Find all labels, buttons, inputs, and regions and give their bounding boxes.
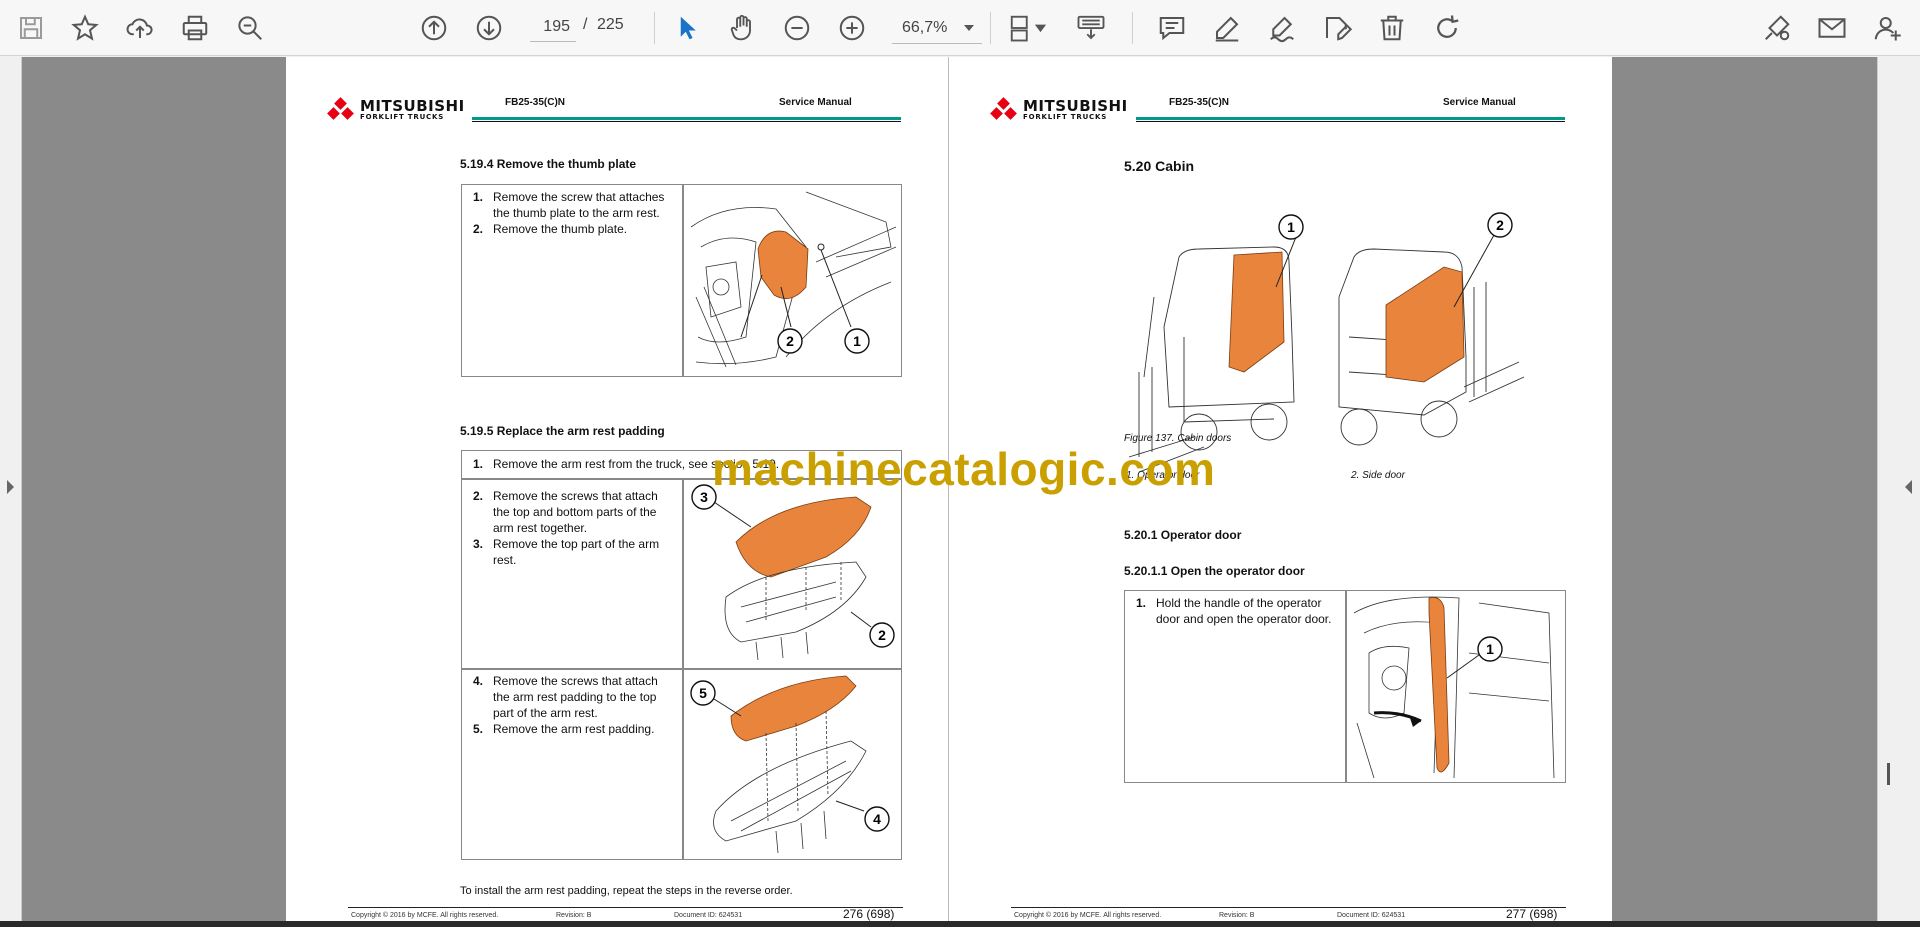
- footer-revision: Revision: B: [556, 912, 592, 919]
- footer-document-id: Document ID: 624531: [1337, 912, 1406, 919]
- arm-rest-padding-illustration: 5 4: [690, 675, 890, 854]
- section-title: 5.20.1.1 Open the operator door: [1124, 564, 1305, 578]
- right-panel-toggle[interactable]: [1877, 57, 1920, 923]
- mitsubishi-diamonds-icon: [326, 97, 356, 121]
- header-manual: Service Manual: [779, 97, 852, 108]
- operator-door-illustration: 1: [1353, 596, 1555, 779]
- toolbar: / 225 66,7%: [0, 0, 1920, 56]
- print-icon[interactable]: [176, 9, 214, 47]
- page-total: 225: [597, 16, 624, 33]
- redo-icon[interactable]: [1428, 9, 1466, 47]
- header-manual: Service Manual: [1443, 97, 1516, 108]
- callout-5: 5: [699, 685, 707, 701]
- step-list: 1. Hold the handle of the operator door a…: [1136, 596, 1332, 626]
- mitsubishi-diamonds-icon: [989, 97, 1019, 121]
- comment-icon[interactable]: [1153, 9, 1191, 47]
- footer-page-number: 277 (698): [1506, 907, 1558, 921]
- zoom-plus-icon[interactable]: [833, 9, 871, 47]
- header-rule: [472, 117, 901, 122]
- section-title: 5.20.1 Operator door: [1124, 528, 1242, 542]
- pen-icon[interactable]: [1208, 9, 1246, 47]
- section-title: 5.19.5 Replace the arm rest padding: [460, 424, 665, 438]
- callout-1: 1: [853, 333, 861, 349]
- scrollbar-thumb[interactable]: [1887, 763, 1890, 785]
- tools-icon[interactable]: [1758, 9, 1796, 47]
- page-layout-icon[interactable]: [1002, 9, 1054, 47]
- save-icon[interactable]: [12, 9, 50, 47]
- toolbar-divider: [654, 12, 655, 44]
- step-row-3: 4. Remove the screws that attach the arm …: [473, 674, 658, 736]
- hand-icon[interactable]: [723, 9, 761, 47]
- section-title: 5.19.4 Remove the thumb plate: [460, 157, 637, 171]
- brand-logo: MITSUBISHI FORKLIFT TRUCKS: [989, 97, 1128, 121]
- callout-1: 1: [1486, 641, 1494, 657]
- prev-page-icon[interactable]: [415, 9, 453, 47]
- header-model: FB25-35(C)N: [505, 97, 566, 108]
- zoom-value: 66,7%: [902, 19, 948, 36]
- header-rule: [1136, 117, 1565, 122]
- callout-2: 2: [1496, 217, 1504, 233]
- callout-1: 1: [1287, 219, 1295, 235]
- expand-right-icon[interactable]: [1905, 480, 1912, 494]
- brand-logo: MITSUBISHI FORKLIFT TRUCKS: [326, 97, 465, 121]
- next-page-icon[interactable]: [470, 9, 508, 47]
- watermark-text: machinecatalogic.com: [712, 443, 1216, 495]
- sign-icon[interactable]: [1263, 9, 1301, 47]
- header-model: FB25-35(C)N: [1169, 97, 1230, 108]
- callout-2: 2: [786, 333, 794, 349]
- keyboard-icon[interactable]: [1072, 9, 1110, 47]
- toolbar-divider: [990, 12, 991, 44]
- chevron-down-icon: [964, 25, 974, 31]
- star-icon[interactable]: [66, 9, 104, 47]
- bottom-bar: [0, 921, 1920, 927]
- legend-item-2: 2. Side door: [1351, 470, 1405, 481]
- footer-revision: Revision: B: [1219, 912, 1255, 919]
- mail-icon[interactable]: [1813, 9, 1851, 47]
- expand-left-icon[interactable]: [7, 480, 14, 494]
- upload-icon[interactable]: [121, 9, 159, 47]
- trash-icon[interactable]: [1373, 9, 1411, 47]
- step-list: 1. Remove the screw that attaches the thu…: [473, 190, 665, 236]
- stamp-icon[interactable]: [1318, 9, 1356, 47]
- select-cursor-icon[interactable]: [668, 9, 706, 47]
- step-row-2: 2. Remove the screws that attach the top …: [473, 489, 660, 567]
- footer-copyright: Copyright © 2016 by MCFE. All rights res…: [1014, 912, 1162, 919]
- footer-copyright: Copyright © 2016 by MCFE. All rights res…: [351, 912, 499, 919]
- callout-3: 3: [700, 489, 708, 505]
- page-separator: /: [583, 16, 588, 33]
- callout-2: 2: [878, 627, 886, 643]
- footer-page-number: 276 (698): [843, 907, 895, 921]
- footer-rule: [348, 907, 903, 908]
- user-add-icon[interactable]: [1868, 9, 1906, 47]
- callout-4: 4: [873, 811, 881, 827]
- arm-rest-split-illustration: 3 2: [691, 484, 895, 661]
- footer-document-id: Document ID: 624531: [674, 912, 743, 919]
- thumb-plate-illustration: 2 1: [690, 191, 897, 368]
- footer-rule: [1011, 907, 1566, 908]
- toolbar-divider: [1132, 12, 1133, 44]
- section-title: 5.20 Cabin: [1124, 158, 1195, 174]
- zoom-minus-icon[interactable]: [778, 9, 816, 47]
- page-number-input[interactable]: [530, 12, 576, 42]
- closing-note: To install the arm rest padding, repeat …: [460, 885, 793, 897]
- zoom-out-icon[interactable]: [231, 9, 269, 47]
- zoom-select[interactable]: 66,7%: [892, 12, 982, 44]
